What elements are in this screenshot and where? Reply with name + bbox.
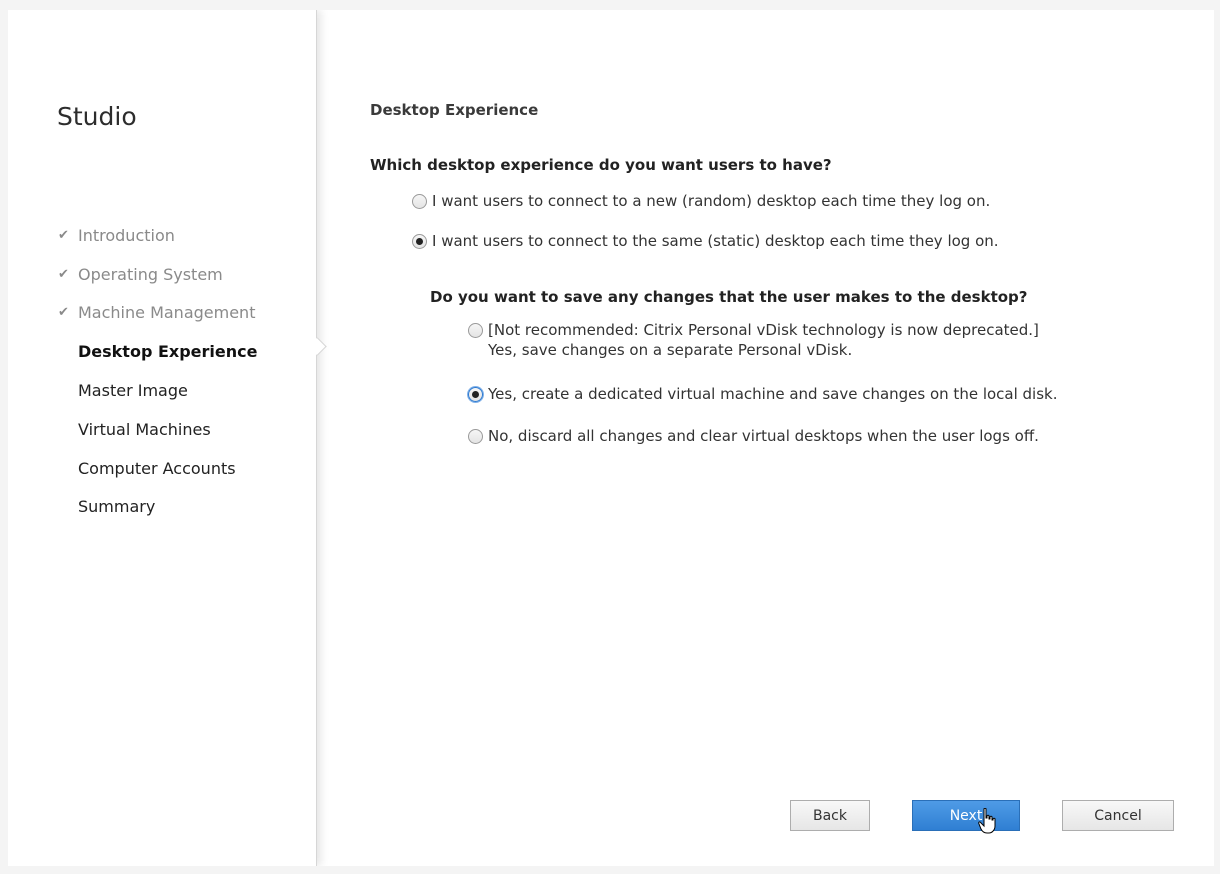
- personal-vdisk-label-line1: [Not recommended: Citrix Personal vDisk …: [488, 321, 1039, 339]
- step-summary: Summary: [58, 488, 257, 527]
- local-disk-option[interactable]: Yes, create a dedicated virtual machine …: [468, 384, 1058, 404]
- step-operating-system: ✔ Operating System: [58, 255, 257, 294]
- discard-changes-option[interactable]: No, discard all changes and clear virtua…: [468, 426, 1039, 446]
- step-label: Virtual Machines: [78, 419, 211, 439]
- step-label: Introduction: [78, 225, 175, 245]
- wizard-sidebar: Studio ✔ Introduction ✔ Operating System…: [8, 10, 317, 866]
- static-desktop-label: I want users to connect to the same (sta…: [432, 232, 999, 250]
- app-title: Studio: [57, 102, 137, 131]
- step-label: Master Image: [78, 381, 188, 401]
- check-icon: ✔: [58, 305, 69, 321]
- step-desktop-experience: Desktop Experience: [58, 332, 257, 371]
- step-introduction: ✔ Introduction: [58, 216, 257, 255]
- wizard-window: Studio ✔ Introduction ✔ Operating System…: [8, 10, 1214, 866]
- back-button[interactable]: Back: [790, 800, 870, 831]
- save-changes-question: Do you want to save any changes that the…: [430, 288, 1028, 306]
- random-desktop-option[interactable]: I want users to connect to a new (random…: [412, 191, 990, 211]
- next-button[interactable]: Next: [912, 800, 1020, 831]
- step-label: Operating System: [78, 264, 223, 284]
- step-label: Summary: [78, 497, 156, 517]
- wizard-content: Desktop Experience Which desktop experie…: [316, 10, 1214, 866]
- static-desktop-option[interactable]: I want users to connect to the same (sta…: [412, 231, 999, 251]
- personal-vdisk-label-line2: Yes, save changes on a separate Personal…: [488, 341, 853, 359]
- local-disk-label: Yes, create a dedicated virtual machine …: [488, 385, 1058, 403]
- page-title: Desktop Experience: [370, 101, 539, 119]
- personal-vdisk-radio[interactable]: [468, 323, 483, 338]
- step-label: Desktop Experience: [78, 342, 258, 362]
- random-desktop-label: I want users to connect to a new (random…: [432, 192, 991, 210]
- random-desktop-radio[interactable]: [412, 194, 427, 209]
- step-computer-accounts: Computer Accounts: [58, 449, 257, 488]
- step-machine-management: ✔ Machine Management: [58, 294, 257, 333]
- personal-vdisk-label: [Not recommended: Citrix Personal vDisk …: [488, 320, 1039, 360]
- local-disk-radio[interactable]: [468, 387, 483, 402]
- wizard-steps: ✔ Introduction ✔ Operating System ✔ Mach…: [58, 216, 257, 526]
- check-icon: ✔: [58, 266, 69, 282]
- check-icon: ✔: [58, 227, 69, 243]
- static-desktop-radio[interactable]: [412, 234, 427, 249]
- desktop-type-question: Which desktop experience do you want use…: [370, 156, 832, 174]
- discard-changes-radio[interactable]: [468, 429, 483, 444]
- personal-vdisk-option[interactable]: [Not recommended: Citrix Personal vDisk …: [468, 320, 1039, 360]
- discard-changes-label: No, discard all changes and clear virtua…: [488, 427, 1039, 445]
- step-label: Computer Accounts: [78, 458, 236, 478]
- pointer-cursor-icon: [978, 808, 996, 834]
- cancel-button[interactable]: Cancel: [1062, 800, 1174, 831]
- step-virtual-machines: Virtual Machines: [58, 410, 257, 449]
- step-label: Machine Management: [78, 303, 256, 323]
- step-master-image: Master Image: [58, 371, 257, 410]
